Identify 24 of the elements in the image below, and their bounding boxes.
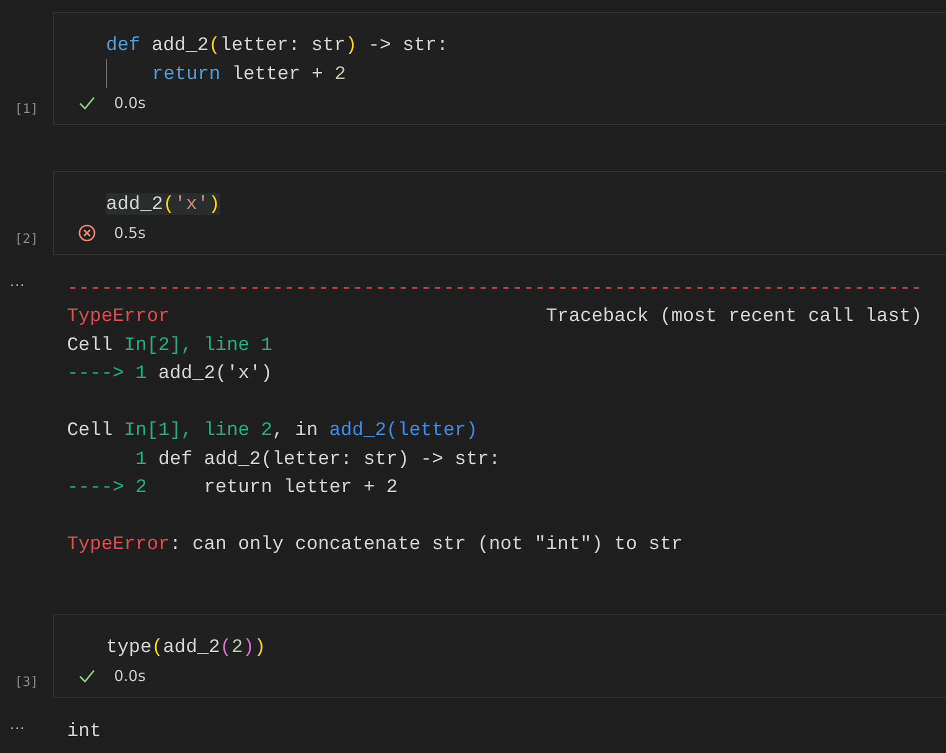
output-line: ----> 1 add_2('x') [67, 362, 272, 384]
execution-count: [2] [14, 232, 38, 247]
indent-guide [106, 59, 107, 88]
code-line: type(add_2(2)) [106, 636, 266, 658]
execution-time: 0.0s [114, 94, 146, 112]
output-line: TypeError Traceback (most recent call last) [67, 305, 922, 327]
output-line: int [67, 720, 102, 742]
code-cell[interactable]: add_2('x') 0.5s [53, 171, 946, 255]
output-line: Cell In[1], line 2, in add_2(letter) [67, 419, 478, 441]
execution-time: 0.5s [114, 224, 146, 242]
code-cell[interactable]: def add_2(letter: str) -> str: return letter + 2 0.0s [53, 12, 946, 125]
output-line: 1 def add_2(letter: str) -> str: [134, 448, 500, 470]
code-line: return letter + 2 [152, 62, 346, 84]
output-line: Cell In[2], line 1 [67, 334, 272, 356]
output-line: --------------------------------------------------------------------------- [67, 276, 922, 298]
output-line: TypeError: can only concatenate str (not "int") to str [67, 533, 683, 555]
execution-count: [1] [14, 102, 38, 117]
execution-count: [3] [14, 675, 38, 690]
output-line: ----> 2 return letter + 2 [67, 476, 398, 498]
output-menu[interactable]: ... [10, 275, 26, 290]
code-line: def add_2(letter: str) -> str: [106, 34, 448, 56]
code-cell[interactable]: type(add_2(2)) 0.0s [53, 614, 946, 698]
execution-time: 0.0s [114, 667, 146, 685]
output-menu[interactable]: ... [10, 718, 26, 733]
